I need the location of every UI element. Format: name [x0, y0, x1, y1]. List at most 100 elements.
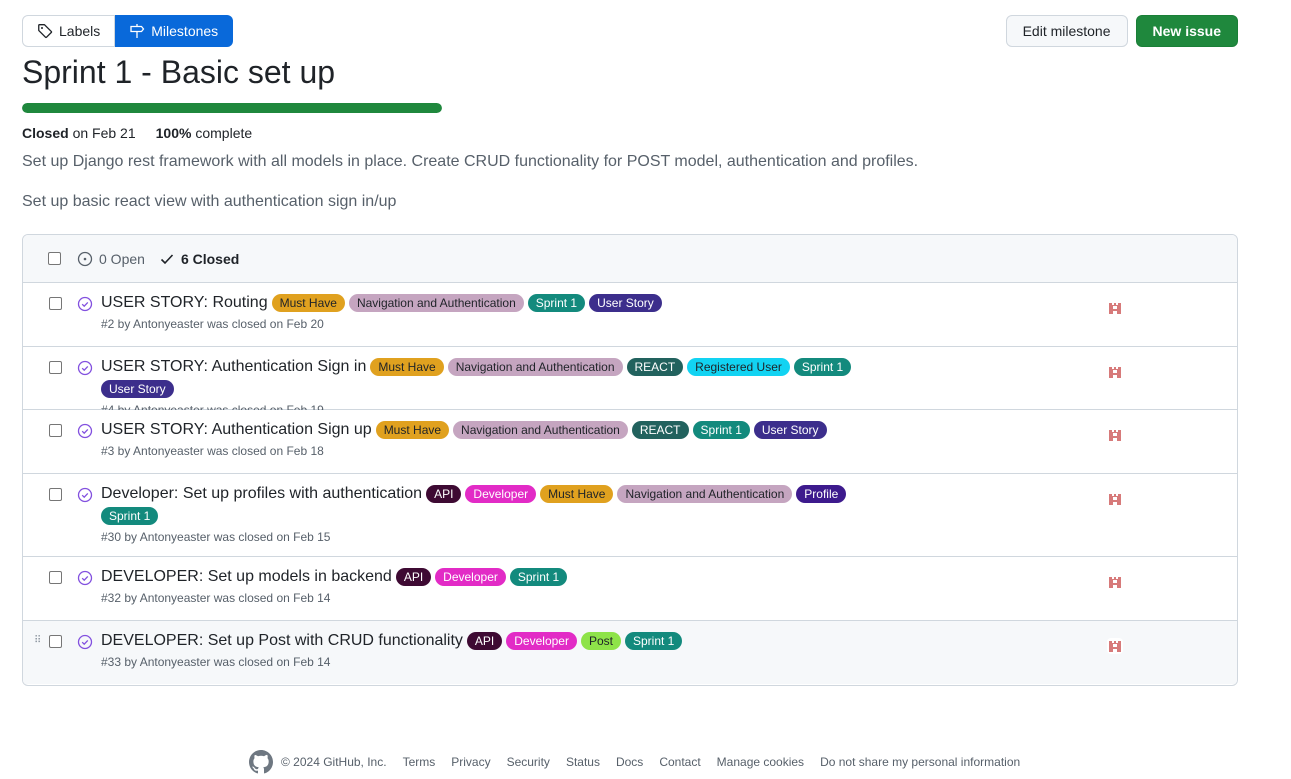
issue-title-link[interactable]: DEVELOPER: Set up models in backend [101, 568, 392, 586]
issue-row[interactable]: Developer: Set up profiles with authenti… [23, 474, 1237, 557]
issue-label[interactable]: Sprint 1 [101, 507, 159, 525]
issue-checkbox[interactable] [49, 635, 62, 648]
select-all-checkbox[interactable] [48, 252, 61, 265]
issue-title-link[interactable]: Developer: Set up profiles with authenti… [101, 485, 422, 503]
issue-meta: #2 by Antonyeaster was closed on Feb 20 [101, 317, 324, 331]
issue-label[interactable]: API [395, 568, 432, 586]
issue-label[interactable]: Developer [435, 568, 506, 586]
issue-row[interactable]: USER STORY: Routing Must Have Navigation … [23, 283, 1237, 347]
issue-label[interactable]: Sprint 1 [509, 568, 568, 586]
issue-label[interactable]: Developer [506, 632, 577, 650]
issue-checkbox[interactable] [49, 424, 62, 437]
footer-link-terms[interactable]: Terms [403, 755, 436, 769]
assignee-avatar-icon[interactable] [1105, 425, 1125, 445]
edit-milestone-button[interactable]: Edit milestone [1005, 15, 1128, 47]
issue-title-link[interactable]: USER STORY: Routing [101, 294, 268, 312]
issue-label[interactable]: Must Have [375, 421, 450, 439]
issue-title-link[interactable]: DEVELOPER: Set up Post with CRUD functio… [101, 632, 463, 650]
issue-label[interactable]: Sprint 1 [692, 421, 750, 439]
issue-title-line: Developer: Set up profiles with authenti… [101, 485, 877, 525]
milestone-description-2: Set up basic react view with authenticat… [22, 193, 397, 210]
milestone-progress-bar [22, 103, 442, 113]
issue-label[interactable]: Sprint 1 [624, 632, 683, 650]
issue-label[interactable]: API [466, 632, 503, 650]
closed-filter[interactable]: 6 Closed [159, 251, 239, 267]
milestone-title: Sprint 1 - Basic set up [22, 54, 336, 90]
issue-meta: #30 by Antonyeaster was closed on Feb 15 [101, 530, 331, 544]
assignee-avatar-icon[interactable] [1105, 298, 1125, 318]
issue-content: Developer: Set up profiles with authenti… [101, 474, 1237, 552]
footer-link-manage-cookies[interactable]: Manage cookies [717, 755, 804, 769]
issue-state-filter: 0 Open 6 Closed [77, 251, 239, 267]
issue-checkbox[interactable] [49, 297, 62, 310]
issue-closed-icon [77, 360, 93, 376]
issue-title-link[interactable]: USER STORY: Authentication Sign in [101, 358, 366, 376]
issue-label[interactable]: REACT [626, 358, 684, 376]
issue-checkbox[interactable] [49, 361, 62, 374]
completion: 100% complete [156, 125, 253, 141]
issue-label[interactable]: User Story [101, 380, 174, 398]
tag-icon [38, 24, 53, 39]
issue-label[interactable]: REACT [631, 421, 689, 439]
issue-meta: #3 by Antonyeaster was closed on Feb 18 [101, 444, 324, 458]
issue-label[interactable]: User Story [753, 421, 827, 439]
milestones-tab[interactable]: Milestones [115, 15, 234, 47]
issue-checkbox[interactable] [49, 488, 62, 501]
issue-row[interactable]: ⠿ DEVELOPER: Set up Post with CRUD funct… [23, 621, 1237, 684]
issue-closed-icon [77, 634, 93, 650]
issue-label[interactable]: Must Have [370, 358, 444, 376]
footer-copyright: © 2024 GitHub, Inc. [249, 750, 387, 774]
issue-label[interactable]: Profile [796, 485, 847, 503]
milestones-tab-label: Milestones [151, 23, 219, 39]
milestone-actions: Edit milestone New issue [1005, 15, 1238, 47]
footer-link-contact[interactable]: Contact [659, 755, 700, 769]
footer-link-do-not-share[interactable]: Do not share my personal information [820, 755, 1020, 769]
issue-label[interactable]: Sprint 1 [527, 294, 586, 312]
progress-fill [22, 103, 442, 113]
completion-suffix: complete [195, 125, 253, 141]
issue-label[interactable]: Navigation and Authentication [617, 485, 793, 503]
labels-milestones-nav: Labels Milestones [22, 15, 234, 47]
issue-label[interactable]: User Story [589, 294, 662, 312]
issue-row[interactable]: DEVELOPER: Set up models in backend API D… [23, 557, 1237, 621]
assignee-avatar-icon[interactable] [1105, 636, 1125, 656]
issue-meta: #32 by Antonyeaster was closed on Feb 14 [101, 591, 331, 605]
issue-label[interactable]: Must Have [540, 485, 614, 503]
issue-closed-icon [77, 487, 93, 503]
issues-box-header: 0 Open 6 Closed [23, 235, 1237, 283]
footer-link-status[interactable]: Status [566, 755, 600, 769]
open-filter[interactable]: 0 Open [77, 251, 145, 267]
issue-label[interactable]: Navigation and Authentication [348, 294, 524, 312]
assignee-avatar-icon[interactable] [1105, 572, 1125, 592]
issue-row[interactable]: USER STORY: Authentication Sign in Must … [23, 347, 1237, 417]
drag-handle-icon[interactable]: ⠿ [34, 635, 41, 646]
assignee-avatar-icon[interactable] [1105, 489, 1125, 509]
issue-content: USER STORY: Authentication Sign up Must … [101, 410, 1237, 466]
footer-link-privacy[interactable]: Privacy [451, 755, 490, 769]
footer-link-docs[interactable]: Docs [616, 755, 643, 769]
footer-link-security[interactable]: Security [507, 755, 550, 769]
closed-status: Closed on Feb 21 [22, 125, 136, 141]
github-logo-icon[interactable] [249, 750, 273, 774]
copyright-text: © 2024 GitHub, Inc. [281, 755, 387, 769]
issue-closed-icon [77, 423, 93, 439]
new-issue-button[interactable]: New issue [1135, 15, 1238, 47]
issue-label[interactable]: Registered User [687, 358, 790, 376]
issue-label[interactable]: API [426, 485, 462, 503]
milestone-meta: Closed on Feb 21 100% complete [22, 125, 252, 141]
issue-row[interactable]: USER STORY: Authentication Sign up Must … [23, 410, 1237, 474]
issue-label[interactable]: Developer [465, 485, 537, 503]
issue-title-line: USER STORY: Routing Must Have Navigation … [101, 294, 877, 312]
issue-checkbox[interactable] [49, 571, 62, 584]
issue-label[interactable]: Sprint 1 [793, 358, 852, 376]
issue-title-link[interactable]: USER STORY: Authentication Sign up [101, 421, 372, 439]
issue-label[interactable]: Post [580, 632, 621, 650]
issue-label[interactable]: Navigation and Authentication [447, 358, 623, 376]
check-icon [160, 253, 174, 264]
issue-label[interactable]: Navigation and Authentication [453, 421, 628, 439]
issue-label[interactable]: Must Have [271, 294, 345, 312]
issue-content: USER STORY: Routing Must Have Navigation … [101, 283, 1237, 339]
assignee-avatar-icon[interactable] [1105, 362, 1125, 382]
issue-title-line: USER STORY: Authentication Sign up Must … [101, 421, 877, 439]
labels-tab[interactable]: Labels [22, 15, 116, 47]
